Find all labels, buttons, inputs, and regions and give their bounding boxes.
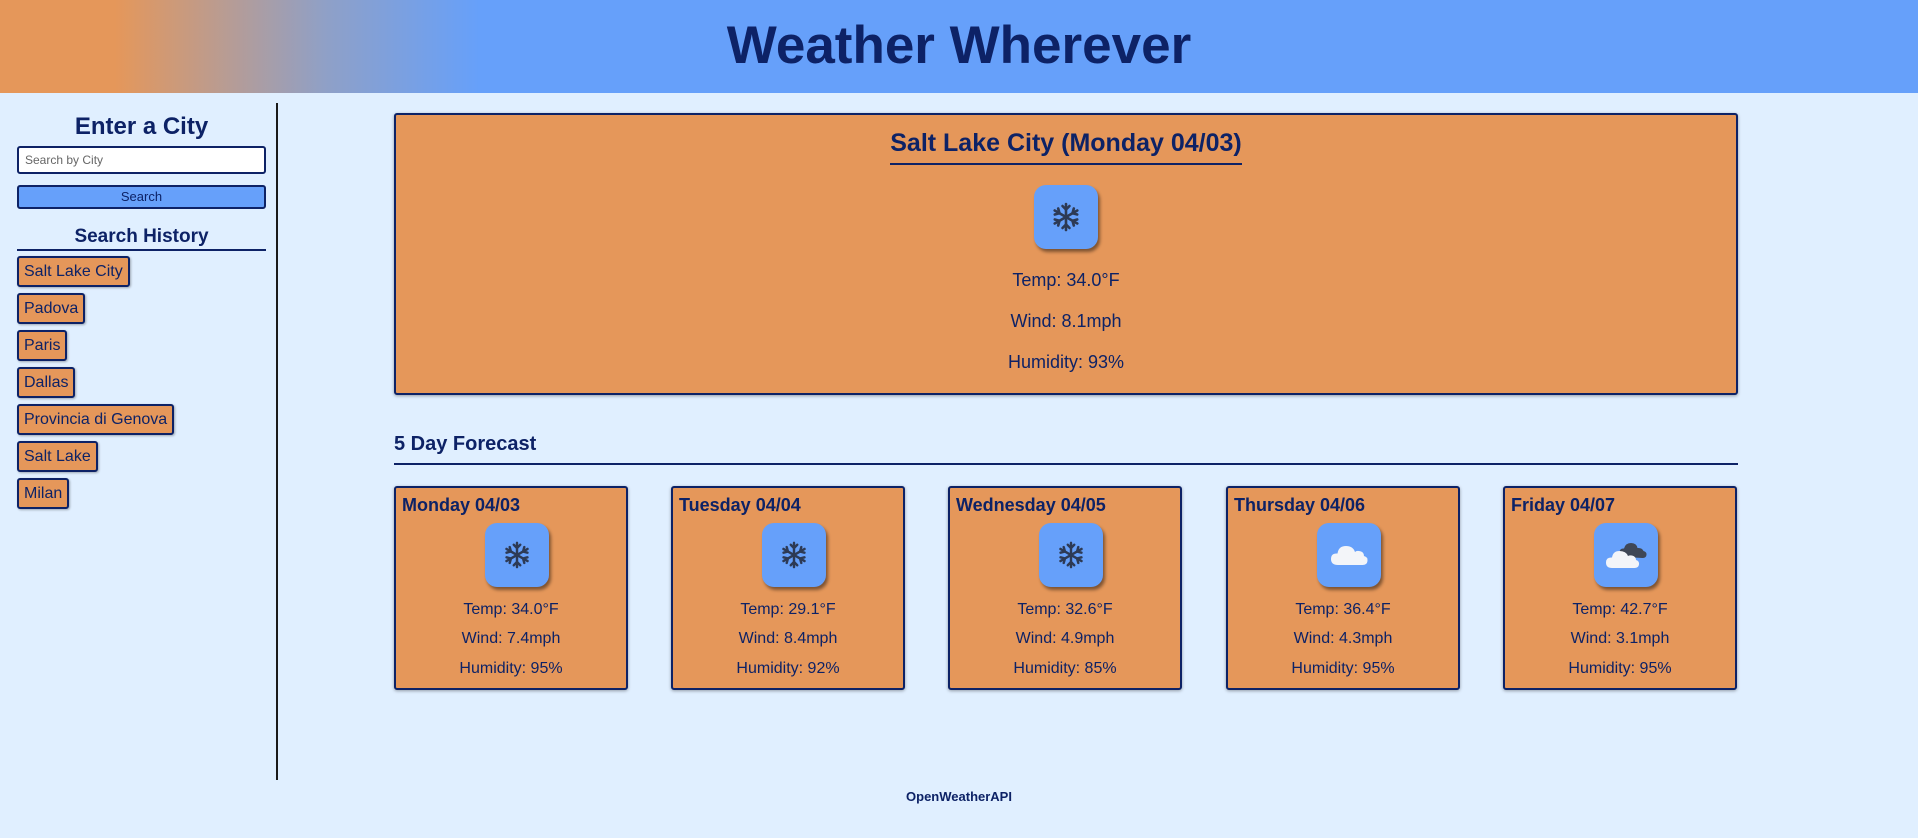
current-temp: Temp: 34.0°F: [1012, 270, 1120, 290]
app-header: Weather Wherever: [0, 0, 1918, 93]
footer-credit: OpenWeatherAPI: [906, 789, 1012, 804]
forecast-humidity: Humidity: 95%: [459, 660, 563, 677]
current-weather-card: Salt Lake City (Monday 04/03) Temp: 34.0…: [394, 113, 1738, 395]
app-title: Weather Wherever: [726, 16, 1192, 75]
cloud-icon: [1331, 546, 1368, 565]
snowflake-icon: [1053, 202, 1079, 232]
forecast-day-label: Tuesday 04/04: [679, 495, 801, 515]
history-item-dallas[interactable]: Dallas: [17, 367, 76, 398]
history-item-salt-lake[interactable]: Salt Lake: [17, 441, 98, 472]
search-history-list: Salt Lake City Padova Paris Dallas Provi…: [17, 256, 175, 509]
history-item-provincia-di-genova[interactable]: Provincia di Genova: [17, 404, 175, 435]
forecast-wind: Wind: 4.3mph: [1293, 630, 1393, 647]
forecast-card-day-2: Tuesday 04/04 Temp: 29.1°F Wind: 8.4mph …: [671, 486, 905, 690]
forecast-humidity: Humidity: 92%: [736, 660, 840, 677]
current-weather-icon-box: [1034, 185, 1098, 249]
snowflake-icon: [505, 541, 529, 569]
forecast-wind: Wind: 7.4mph: [461, 630, 561, 647]
history-item-salt-lake-city[interactable]: Salt Lake City: [17, 256, 130, 287]
current-humidity: Humidity: 93%: [1007, 352, 1125, 372]
forecast-icon-box: [762, 523, 826, 587]
forecast-wind: Wind: 4.9mph: [1015, 630, 1115, 647]
history-item-milan[interactable]: Milan: [17, 478, 70, 509]
forecast-humidity: Humidity: 95%: [1291, 660, 1395, 677]
forecast-temp: Temp: 32.6°F: [1017, 601, 1113, 618]
forecast-card-day-5: Friday 04/07 Temp: 42.7°F Wind: 3.1mph H…: [1503, 486, 1737, 690]
forecast-heading: 5 Day Forecast: [394, 433, 1738, 465]
history-item-paris[interactable]: Paris: [17, 330, 68, 361]
search-history-heading: Search History: [17, 226, 266, 251]
broken-clouds-icon: [1606, 543, 1647, 568]
snowflake-icon: [1059, 541, 1083, 569]
forecast-temp: Temp: 29.1°F: [740, 601, 836, 618]
forecast-icon-box: [1039, 523, 1103, 587]
forecast-day-label: Friday 04/07: [1511, 495, 1616, 515]
forecast-card-day-3: Wednesday 04/05 Temp: 32.6°F Wind: 4.9mp…: [948, 486, 1182, 690]
forecast-day-label: Monday 04/03: [402, 495, 521, 515]
forecast-temp: Temp: 34.0°F: [463, 601, 559, 618]
history-item-padova[interactable]: Padova: [17, 293, 86, 324]
forecast-icon-box: [1594, 523, 1658, 587]
forecast-icon-box: [485, 523, 549, 587]
search-button[interactable]: Search: [17, 185, 266, 209]
city-search-input[interactable]: [17, 146, 266, 174]
forecast-wind: Wind: 8.4mph: [738, 630, 838, 647]
forecast-icon-box: [1317, 523, 1381, 587]
forecast-day-label: Thursday 04/06: [1234, 495, 1366, 515]
forecast-day-label: Wednesday 04/05: [956, 495, 1106, 515]
current-weather-title: Salt Lake City (Monday 04/03): [890, 129, 1242, 165]
forecast-card-day-4: Thursday 04/06 Temp: 36.4°F Wind: 4.3mph…: [1226, 486, 1460, 690]
snowflake-icon: [782, 541, 806, 569]
city-search-heading: Enter a City: [74, 113, 209, 140]
forecast-card-day-1: Monday 04/03 Temp: 34.0°F Wind: 7.4mph H…: [394, 486, 628, 690]
forecast-temp: Temp: 42.7°F: [1572, 601, 1668, 618]
current-wind: Wind: 8.1mph: [1010, 311, 1122, 331]
sidebar: Enter a City Search Search History Salt …: [0, 103, 278, 780]
forecast-humidity: Humidity: 85%: [1013, 660, 1117, 677]
forecast-wind: Wind: 3.1mph: [1570, 630, 1670, 647]
forecast-temp: Temp: 36.4°F: [1295, 601, 1391, 618]
forecast-humidity: Humidity: 95%: [1568, 660, 1672, 677]
